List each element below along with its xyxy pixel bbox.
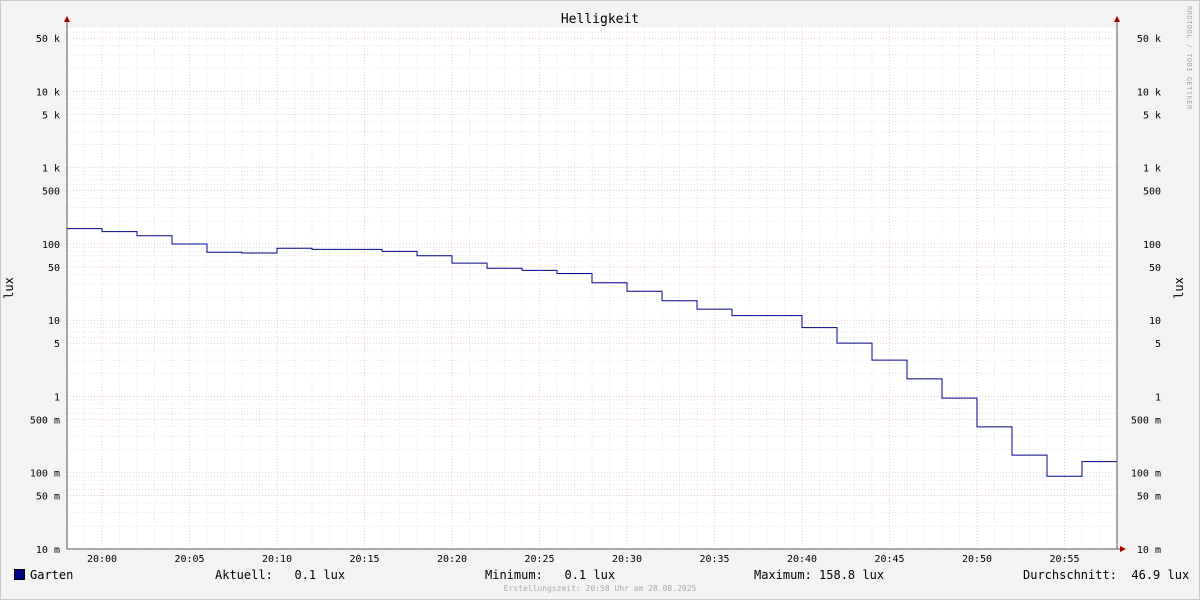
x-tick-label: 20:35: [699, 554, 729, 565]
stat-average: Durchschnitt: 46.9 lux: [1023, 568, 1190, 582]
y-tick-label-left: 500: [42, 187, 60, 198]
grid: [66, 26, 1118, 550]
x-tick-label: 20:55: [1049, 554, 1079, 565]
y-tick-label-left: 500 m: [30, 415, 60, 426]
y-tick-label-left: 50: [48, 263, 60, 274]
x-tick-label: 20:45: [874, 554, 904, 565]
y-tick-label-left: 10 m: [36, 545, 60, 556]
x-tick-label: 20:50: [962, 554, 992, 565]
y-tick-label-right: 10 m: [1137, 545, 1161, 556]
y-tick-label-right: 500 m: [1131, 415, 1161, 426]
x-tick-label: 20:25: [524, 554, 554, 565]
y-tick-label-right: 100 m: [1131, 469, 1161, 480]
legend-swatch: [14, 569, 25, 580]
y-axis-label-left: lux: [2, 277, 16, 299]
y-tick-label-left: 100 m: [30, 469, 60, 480]
y-tick-label-right: 50 k: [1137, 34, 1161, 45]
x-tick-label: 20:20: [437, 554, 467, 565]
y-tick-label-right: 500: [1143, 187, 1161, 198]
y-tick-label-right: 5 k: [1143, 110, 1161, 121]
y-tick-label-left: 50 k: [36, 34, 60, 45]
y-axis-label-right: lux: [1172, 277, 1186, 299]
y-tick-label-right: 1 k: [1143, 164, 1161, 175]
y-axis-arrow-left: [64, 16, 70, 22]
y-tick-label-left: 5: [54, 339, 60, 350]
chart-title: Helligkeit: [561, 12, 639, 27]
x-tick-label: 20:30: [612, 554, 642, 565]
x-tick-label: 20:05: [174, 554, 204, 565]
y-tick-label-right: 50 m: [1137, 492, 1161, 503]
x-tick-label: 20:10: [262, 554, 292, 565]
stat-current: Aktuell: 0.1 lux: [215, 568, 346, 582]
legend-series-name: Garten: [30, 568, 74, 582]
y-tick-label-right: 5: [1155, 339, 1161, 350]
footer-timestamp: Erstellungszeit: 20:58 Uhr am 28.08.2025: [503, 584, 697, 593]
y-axis-arrow-right: [1114, 16, 1120, 22]
y-tick-label-left: 100: [42, 240, 60, 251]
y-tick-label-left: 10 k: [36, 87, 60, 98]
chart: 50 k 50 k 10 k 10 k 5 k 5 k 1 k 1 k 500 500 100 100…: [2, 6, 1193, 565]
y-tick-label-left: 5 k: [42, 110, 60, 121]
x-axis-arrow: [1120, 546, 1126, 552]
y-tick-label-right: 50: [1149, 263, 1161, 274]
x-tick-label: 20:00: [87, 554, 117, 565]
y-tick-label-right: 10 k: [1137, 87, 1161, 98]
y-tick-label-right: 100: [1143, 240, 1161, 251]
y-tick-label-left: 50 m: [36, 492, 60, 503]
y-tick-label-left: 1: [54, 392, 60, 403]
y-tick-label-left: 10: [48, 316, 60, 327]
stat-maximum: Maximum: 158.8 lux: [754, 568, 885, 582]
y-tick-label-left: 1 k: [42, 164, 60, 175]
y-tick-label-right: 10: [1149, 316, 1161, 327]
x-tick-label: 20:40: [787, 554, 817, 565]
x-tick-label: 20:15: [349, 554, 379, 565]
y-tick-label-right: 1: [1155, 392, 1161, 403]
stat-minimum: Minimum: 0.1 lux: [485, 568, 616, 582]
watermark: RRDTOOL / TOBI OETIKER: [1185, 6, 1193, 110]
